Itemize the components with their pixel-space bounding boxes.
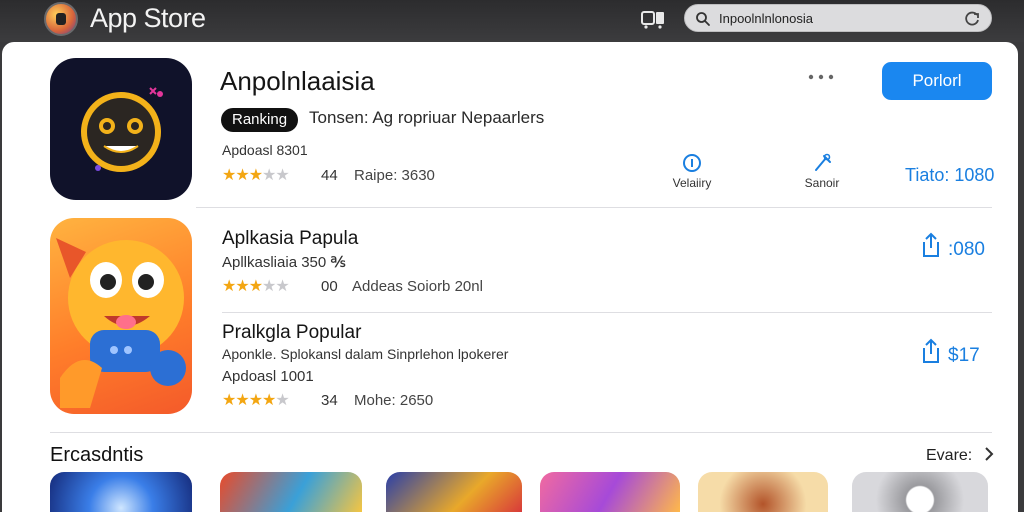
app-thumb[interactable] — [50, 472, 192, 512]
rating-label: Raipe: 3630 — [354, 167, 435, 184]
price-label: $17 — [948, 345, 980, 366]
rating-label: Addeas Soiorb 20nl — [352, 278, 483, 295]
emoji-face-icon — [81, 87, 163, 172]
featured-app-icon[interactable] — [50, 58, 192, 200]
stat-label: Sanoir — [804, 176, 840, 190]
section-title: Ercasdntis — [50, 444, 144, 466]
rating-stars: ★★★★★ — [222, 167, 290, 184]
app-thumb[interactable] — [386, 472, 522, 512]
stat-tools[interactable]: Sanoir — [792, 152, 852, 190]
chevron-right-icon — [984, 447, 994, 461]
rating-stars: ★★★★★ — [222, 278, 290, 295]
mascot-icon — [56, 238, 186, 408]
refresh-icon[interactable] — [963, 10, 981, 28]
app-thumb[interactable] — [852, 472, 988, 512]
featured-app-name[interactable]: Anpolnlaaisia — [220, 66, 375, 97]
list-item-meta: Apdoasl 1001 — [222, 368, 314, 385]
share-icon — [923, 338, 939, 363]
divider — [196, 207, 992, 208]
featured-app-subtitle: Tonsen: Ag ropriuar Nepaarlers — [309, 108, 545, 127]
featured-app-meta: Apdoasl 8301 — [222, 142, 308, 158]
app-logo — [44, 2, 78, 36]
price-label: :080 — [948, 239, 985, 260]
share-icon — [923, 232, 939, 257]
list-item-name[interactable]: Pralkgla Popular — [222, 322, 361, 344]
cart-icon[interactable] — [640, 9, 670, 29]
share-price-button[interactable]: $17 — [920, 338, 980, 367]
tools-icon — [815, 153, 831, 171]
app-title: App Store — [90, 3, 206, 33]
divider — [50, 432, 992, 433]
info-icon — [683, 154, 701, 172]
ranking-badge[interactable]: Ranking — [221, 108, 299, 132]
title-bar: App Store Inpoolnlnlonosia — [0, 0, 1024, 42]
rating-stars: ★★★★★ — [222, 392, 290, 409]
see-all-label: Evare: — [926, 447, 973, 464]
divider — [222, 312, 992, 313]
rating-count: 44 — [321, 167, 338, 184]
more-options-icon[interactable] — [806, 72, 836, 82]
rating-count: 34 — [321, 392, 338, 409]
search-input[interactable]: Inpoolnlnlonosia — [684, 4, 992, 32]
app-thumb[interactable] — [220, 472, 362, 512]
app-thumb[interactable] — [540, 472, 680, 512]
rating-label: Mohe: 2650 — [354, 392, 434, 409]
list-item-name[interactable]: Aplkasia Papula — [222, 228, 358, 250]
see-all-link[interactable]: Evare: — [926, 446, 995, 465]
search-icon — [696, 12, 710, 26]
app-thumb[interactable] — [698, 472, 828, 512]
stat-info[interactable]: Velaiiry — [662, 152, 722, 190]
get-button[interactable]: Porlorl — [882, 62, 992, 100]
list-app-icon[interactable] — [50, 218, 192, 414]
stat-label: Velaiiry — [672, 176, 712, 190]
search-text: Inpoolnlnlonosia — [719, 11, 813, 26]
rating-count: 00 — [321, 278, 338, 295]
featured-price[interactable]: Tiato: 1080 — [905, 165, 994, 186]
list-item-sub: Aponkle. Splokansl dalam Sinprlehon lpok… — [222, 346, 509, 362]
share-price-button[interactable]: :080 — [920, 232, 985, 261]
list-item-sub: Apllkasliaia 350 ℁ — [222, 254, 346, 271]
